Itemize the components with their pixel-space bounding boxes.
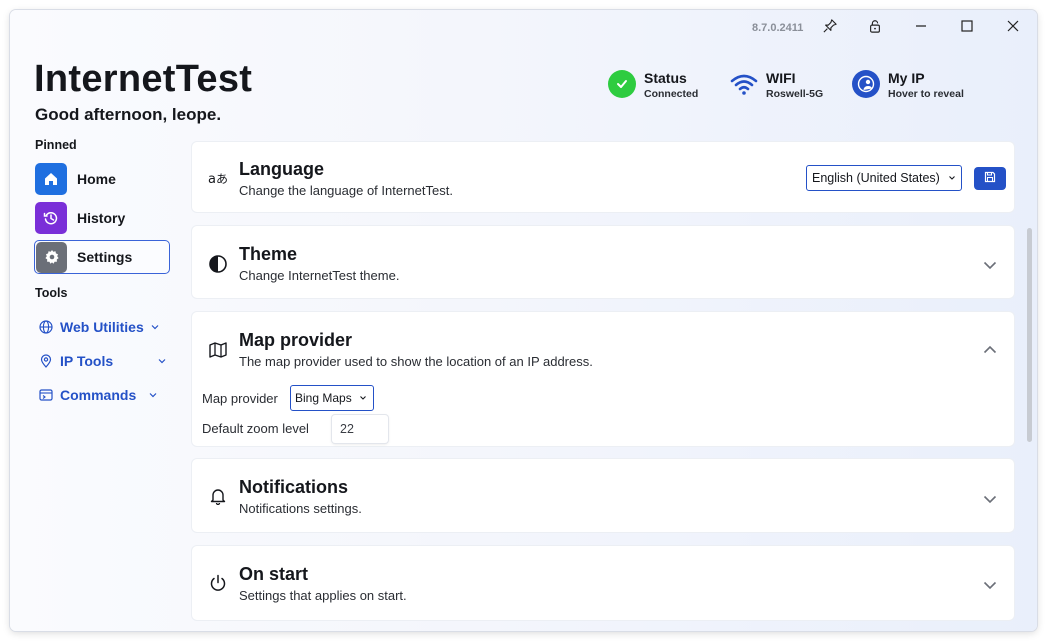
scrollbar-thumb[interactable] — [1027, 228, 1032, 442]
my-ip-status[interactable]: My IP Hover to reveal — [852, 70, 964, 101]
version-label: 8.7.0.2411 — [752, 22, 804, 34]
sidebar-tool-commands[interactable]: Commands — [38, 387, 158, 403]
tools-section-label: Tools — [35, 286, 68, 300]
language-card: aあ Language Change the language of Inter… — [192, 142, 1014, 212]
contrast-icon — [208, 254, 228, 274]
language-select-value: English (United States) — [812, 171, 940, 185]
lock-icon[interactable] — [858, 10, 892, 42]
tool-label: Commands — [60, 387, 137, 403]
chevron-up-icon[interactable] — [982, 342, 998, 358]
wifi-network: Roswell-5G — [766, 88, 824, 100]
card-description: The map provider used to show the locati… — [239, 354, 593, 369]
chevron-down-icon — [948, 171, 956, 185]
history-icon — [35, 202, 67, 234]
sidebar-item-settings[interactable]: Settings — [34, 240, 170, 274]
wifi-icon — [730, 70, 758, 98]
connection-status: Status Connected — [608, 70, 698, 101]
translate-icon: aあ — [208, 168, 228, 188]
chevron-down-icon — [150, 319, 160, 335]
sidebar-item-label: Home — [77, 171, 116, 187]
chevron-down-icon — [359, 391, 367, 405]
home-icon — [35, 163, 67, 195]
app-window: 8.7.0.2411 InternetTest Good afternoon, … — [10, 10, 1037, 631]
svg-text:a: a — [208, 172, 216, 186]
card-description: Change the language of InternetTest. — [239, 183, 453, 198]
map-icon — [208, 340, 228, 360]
chevron-down-icon — [148, 387, 158, 403]
save-language-button[interactable] — [974, 167, 1006, 190]
card-title: On start — [239, 564, 309, 584]
sidebar-item-label: Settings — [77, 249, 133, 265]
card-description: Change InternetTest theme. — [239, 268, 400, 283]
language-select[interactable]: English (United States) — [806, 165, 962, 191]
sidebar-tool-ip-tools[interactable]: IP Tools — [38, 353, 167, 369]
my-ip-title: My IP — [888, 70, 925, 86]
map-provider-card: Map provider The map provider used to sh… — [192, 312, 1014, 446]
notifications-card[interactable]: Notifications Notifications settings. — [192, 459, 1014, 532]
status-title: Status — [644, 70, 687, 86]
gear-icon — [36, 241, 67, 273]
close-icon[interactable] — [996, 10, 1030, 42]
app-title: InternetTest — [34, 58, 253, 100]
sidebar-tool-web-utilities[interactable]: Web Utilities — [38, 319, 160, 335]
map-provider-select[interactable]: Bing Maps — [290, 385, 374, 411]
power-icon — [208, 573, 228, 593]
card-title: Map provider — [239, 330, 353, 350]
globe-person-icon — [852, 70, 880, 98]
pin-icon[interactable] — [813, 10, 847, 42]
theme-card[interactable]: Theme Change InternetTest theme. — [192, 226, 1014, 298]
sidebar-item-history[interactable]: History — [34, 201, 170, 235]
location-pin-icon — [38, 353, 54, 369]
card-title: Language — [239, 159, 325, 179]
chevron-down-icon[interactable] — [982, 577, 998, 593]
map-provider-label: Map provider — [202, 391, 278, 406]
terminal-icon — [38, 387, 54, 403]
card-description: Notifications settings. — [239, 501, 362, 516]
card-title: Theme — [239, 244, 298, 264]
maximize-icon[interactable] — [950, 10, 984, 42]
chevron-down-icon[interactable] — [982, 491, 998, 507]
save-icon — [984, 170, 996, 188]
wifi-title: WIFI — [766, 70, 796, 86]
zoom-level-input[interactable]: 22 — [332, 415, 388, 443]
pinned-section-label: Pinned — [35, 138, 77, 152]
tool-label: IP Tools — [60, 353, 114, 369]
check-circle-icon — [608, 70, 636, 98]
sidebar-item-home[interactable]: Home — [34, 162, 170, 196]
wifi-status: WIFI Roswell-5G — [730, 70, 823, 101]
sidebar-item-label: History — [77, 210, 126, 226]
svg-text:あ: あ — [216, 172, 228, 186]
on-start-card[interactable]: On start Settings that applies on start. — [192, 546, 1014, 620]
my-ip-hint: Hover to reveal — [888, 88, 964, 100]
status-value: Connected — [644, 88, 699, 100]
card-description: Settings that applies on start. — [239, 588, 407, 603]
zoom-level-label: Default zoom level — [202, 421, 309, 436]
globe-icon — [38, 319, 54, 335]
tool-label: Web Utilities — [60, 319, 144, 335]
card-title: Notifications — [239, 477, 349, 497]
minimize-icon[interactable] — [904, 10, 938, 42]
greeting: Good afternoon, leope. — [35, 105, 222, 124]
bell-icon — [208, 486, 228, 506]
map-provider-select-value: Bing Maps — [295, 391, 352, 405]
chevron-down-icon[interactable] — [982, 257, 998, 273]
chevron-down-icon — [157, 353, 167, 369]
